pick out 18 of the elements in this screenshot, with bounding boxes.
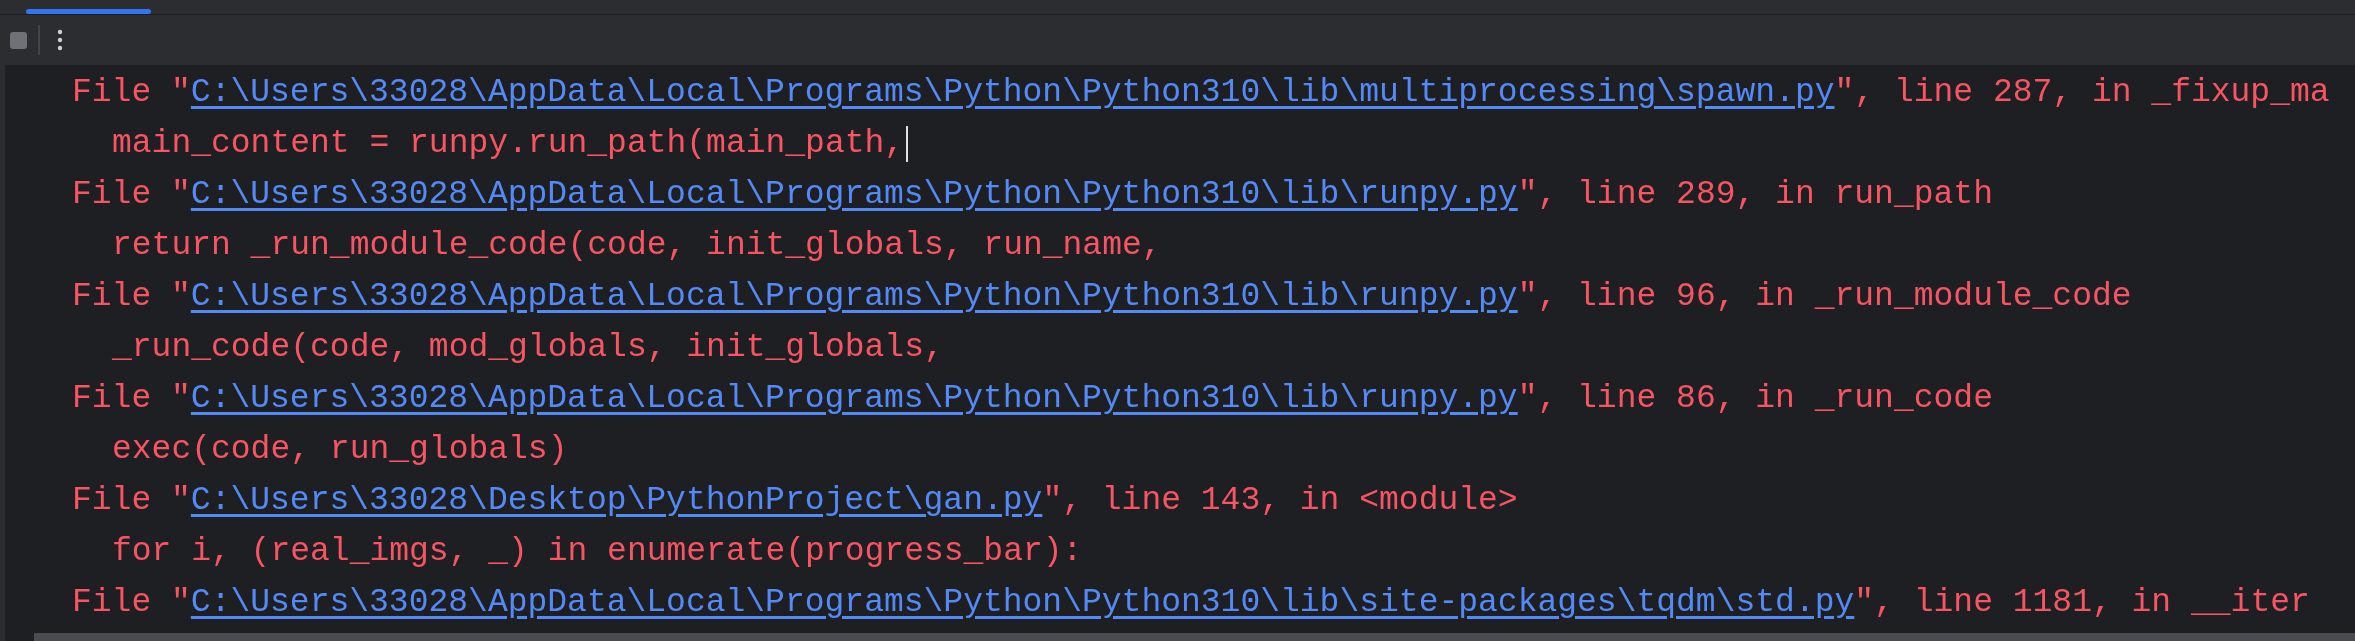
traceback-file-line: File "C:\Users\33028\AppData\Local\Programs\Python\Python310\lib\runpy.py", line 289, in run_path <box>72 169 2330 220</box>
traceback-file-line: File "C:\Users\33028\AppData\Local\Programs\Python\Python310\lib\runpy.py", line 96, in _run_module_code <box>72 271 2330 322</box>
file-path-link[interactable]: C:\Users\33028\AppData\Local\Programs\Python\Python310\lib\site-packages\tqdm\std.py <box>190 577 1855 628</box>
file-path-link[interactable]: C:\Users\33028\AppData\Local\Programs\Python\Python310\lib\runpy.py <box>190 271 1518 322</box>
traceback-file-line: File "C:\Users\33028\Desktop\PythonProject\gan.py", line 143, in <module> <box>72 475 2330 526</box>
file-path-link[interactable]: C:\Users\33028\AppData\Local\Programs\Python\Python310\lib\multiprocessing\spawn.py <box>190 67 1835 118</box>
file-path-link[interactable]: C:\Users\33028\AppData\Local\Programs\Python\Python310\lib\runpy.py <box>190 169 1518 220</box>
code-line: exec(code, run_globals) <box>112 430 568 470</box>
code-line: return _run_module_code(code, init_globals, run_name, <box>112 226 1162 266</box>
horizontal-scrollbar[interactable] <box>34 633 2355 641</box>
traceback-file-line: File "C:\Users\33028\AppData\Local\Programs\Python\Python310\lib\site-packages\tqdm\std.py", line 1181, in __iter <box>72 577 2330 628</box>
code-line: _run_code(code, mod_globals, init_globals, <box>112 328 944 368</box>
file-path-link[interactable]: C:\Users\33028\Desktop\PythonProject\gan.py <box>190 475 1043 526</box>
traceback-file-line: File "C:\Users\33028\AppData\Local\Programs\Python\Python310\lib\runpy.py", line 86, in _run_code <box>72 373 2330 424</box>
code-line: main_content = runpy.run_path(main_path, <box>112 124 905 164</box>
code-line: for i, (real_imgs, _) in enumerate(progress_bar): <box>112 532 1083 572</box>
file-path-link[interactable]: C:\Users\33028\AppData\Local\Programs\Python\Python310\lib\runpy.py <box>190 373 1518 424</box>
traceback-file-line: File "C:\Users\33028\AppData\Local\Programs\Python\Python310\lib\multiprocessing\spawn.py", line 287, in _fixup_ma <box>72 67 2330 118</box>
